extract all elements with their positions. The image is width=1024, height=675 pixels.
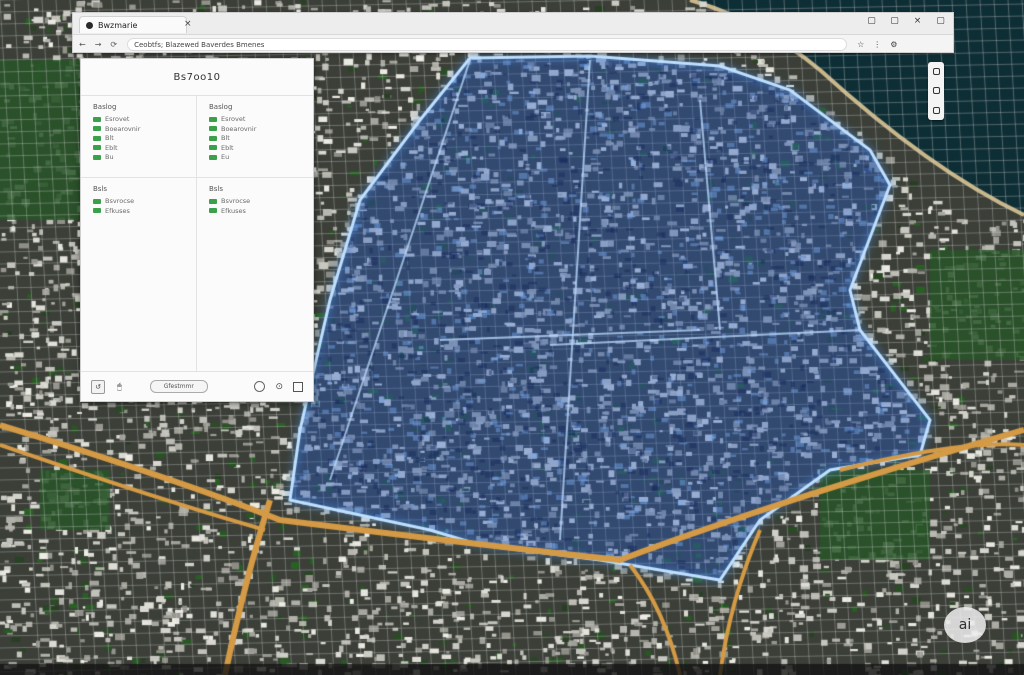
window-button-1[interactable]: ▢ <box>867 17 876 26</box>
legend-row-label: Blt <box>221 134 230 142</box>
panel-action-button[interactable]: Gfestmmr <box>149 380 208 393</box>
panel-footer: ↺ 🖱 Gfestmmr ⊙ <box>81 371 313 401</box>
target-icon[interactable]: ⊙ <box>275 382 283 392</box>
legend-row[interactable]: Eblt <box>93 144 196 152</box>
panel-header: Bs7oo10 <box>81 59 313 96</box>
legend-swatch-icon <box>93 135 101 141</box>
legend-row[interactable]: Bsvrocse <box>209 197 313 205</box>
legend-swatch-icon <box>93 145 101 150</box>
legend-row[interactable]: Efkuses <box>209 207 313 215</box>
reload-icon[interactable]: ⟳ <box>110 40 117 49</box>
legend-row-label: Bsvrocse <box>105 197 135 205</box>
legend-cell: Bsls Bsvrocse Efkuses <box>81 178 197 372</box>
tab-favicon-icon <box>86 21 93 29</box>
legend-row-label: Blt <box>105 134 114 142</box>
legend-row[interactable]: Eu <box>209 153 313 161</box>
legend-row-label: Eblt <box>105 143 118 152</box>
legend-swatch-icon <box>209 154 217 160</box>
legend-cell-title: Baslog <box>209 103 233 111</box>
legend-row[interactable]: Esrovet <box>209 115 313 123</box>
legend-row-label: Esrovet <box>221 115 246 123</box>
legend-swatch-icon <box>93 198 101 204</box>
legend-swatch-icon <box>93 126 101 131</box>
legend-swatch-icon <box>209 116 217 122</box>
browser-tab[interactable]: Bwzmarie × <box>79 16 192 33</box>
legend-row-label: Bsvrocse <box>221 197 251 205</box>
legend-cell: Baslog Esrovet Boearovnir Blt Eblt Eu <box>197 96 313 178</box>
address-bar[interactable]: Ceobtfs; Blazewed Baverdes Bmenes <box>127 37 848 51</box>
panel-title: Bs7oo10 <box>173 71 221 83</box>
back-icon[interactable]: ← <box>79 40 86 49</box>
legend-row[interactable]: Blt <box>93 134 196 142</box>
panel-grid: Baslog Esrovet Boearovnir Blt Eblt Bu Baslog Es… <box>81 96 313 372</box>
legend-row[interactable]: Blt <box>209 134 313 142</box>
legend-row[interactable]: Boearovnir <box>93 125 196 133</box>
window-button-2[interactable]: ▢ <box>890 17 899 26</box>
legend-cell-title: Bsls <box>209 185 224 193</box>
window-button-4[interactable]: ▢ <box>936 17 945 26</box>
legend-cell-title: Bsls <box>93 185 108 193</box>
legend-swatch-icon <box>209 145 217 150</box>
fullscreen-icon[interactable] <box>293 381 303 392</box>
legend-row-label: Efkuses <box>105 206 130 215</box>
record-icon[interactable] <box>254 381 266 392</box>
legend-row-label: Efkuses <box>221 206 246 215</box>
settings-icon[interactable]: ⚙ <box>890 40 897 49</box>
tab-close-icon[interactable]: × <box>184 19 192 29</box>
legend-row-label: Esrovet <box>105 115 130 123</box>
legend-swatch-icon <box>209 135 217 141</box>
legend-row-label: Boearovnir <box>221 124 257 133</box>
mouse-icon: 🖱 <box>117 381 122 391</box>
legend-row-label: Eu <box>221 153 230 161</box>
legend-swatch-icon <box>93 154 101 160</box>
legend-swatch-icon <box>209 126 217 131</box>
browser-window-chrome: Bwzmarie × ▢ ▢ × ▢ ← → ⟳ Ceobtfs; Blazew… <box>72 12 954 53</box>
legend-cell: Bsls Bsvrocse Efkuses <box>197 178 313 372</box>
tab-bar: Bwzmarie × ▢ ▢ × ▢ <box>73 13 953 35</box>
tab-title: Bwzmarie <box>98 20 138 30</box>
legend-row[interactable]: Bu <box>93 153 196 161</box>
legend-swatch-icon <box>209 198 217 204</box>
legend-row[interactable]: Efkuses <box>93 207 196 215</box>
legend-row-label: Eblt <box>221 143 234 152</box>
reset-button[interactable]: ↺ <box>91 379 105 394</box>
legend-row[interactable]: Boearovnir <box>209 125 313 133</box>
ai-badge: ai <box>944 607 986 643</box>
legend-row[interactable]: Eblt <box>209 144 313 152</box>
map-zoom-controls <box>928 62 944 120</box>
legend-swatch-icon <box>93 208 101 213</box>
legend-row[interactable]: Esrovet <box>93 115 196 123</box>
forward-icon[interactable]: → <box>95 40 102 49</box>
layer-panel: Bs7oo10 Baslog Esrovet Boearovnir Blt Eblt Bu… <box>80 58 314 402</box>
legend-row-label: Boearovnir <box>105 124 141 133</box>
legend-row-label: Bu <box>105 153 114 161</box>
legend-cell: Baslog Esrovet Boearovnir Blt Eblt Bu <box>81 96 197 178</box>
legend-cell-title: Baslog <box>93 103 117 111</box>
address-row: ← → ⟳ Ceobtfs; Blazewed Baverdes Bmenes … <box>73 35 953 53</box>
window-close-button[interactable]: × <box>913 17 922 26</box>
menu-icon[interactable]: ⋮ <box>873 40 881 49</box>
legend-swatch-icon <box>93 116 101 122</box>
legend-swatch-icon <box>209 208 217 213</box>
bookmark-icon[interactable]: ☆ <box>857 40 864 49</box>
zoom-out-icon[interactable] <box>932 87 940 95</box>
zoom-in-icon[interactable] <box>932 68 940 76</box>
legend-row[interactable]: Bsvrocse <box>93 197 196 205</box>
layers-icon[interactable] <box>932 106 940 114</box>
